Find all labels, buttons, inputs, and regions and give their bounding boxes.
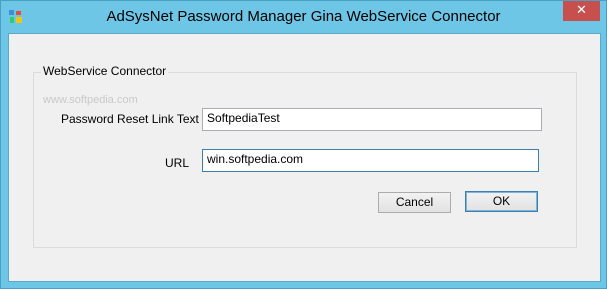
password-reset-link-input[interactable]: SoftpediaTest [202, 108, 542, 131]
url-input[interactable]: win.softpedia.com [202, 149, 539, 172]
dialog-client-area: WebService Connector www.softpedia.com P… [8, 33, 601, 282]
url-label: URL [165, 156, 190, 170]
cancel-button[interactable]: Cancel [378, 192, 451, 213]
dialog-window: AdSysNet Password Manager Gina WebServic… [0, 0, 607, 289]
password-reset-label: Password Reset Link Text [61, 112, 199, 126]
close-icon: ✕ [576, 3, 587, 18]
ok-button[interactable]: OK [465, 191, 538, 212]
softpedia-watermark: www.softpedia.com [43, 94, 138, 106]
group-title: WebService Connector [41, 64, 169, 78]
window-title: AdSysNet Password Manager Gina WebServic… [106, 8, 501, 25]
title-bar[interactable]: AdSysNet Password Manager Gina WebServic… [1, 1, 606, 33]
close-button[interactable]: ✕ [563, 1, 600, 21]
